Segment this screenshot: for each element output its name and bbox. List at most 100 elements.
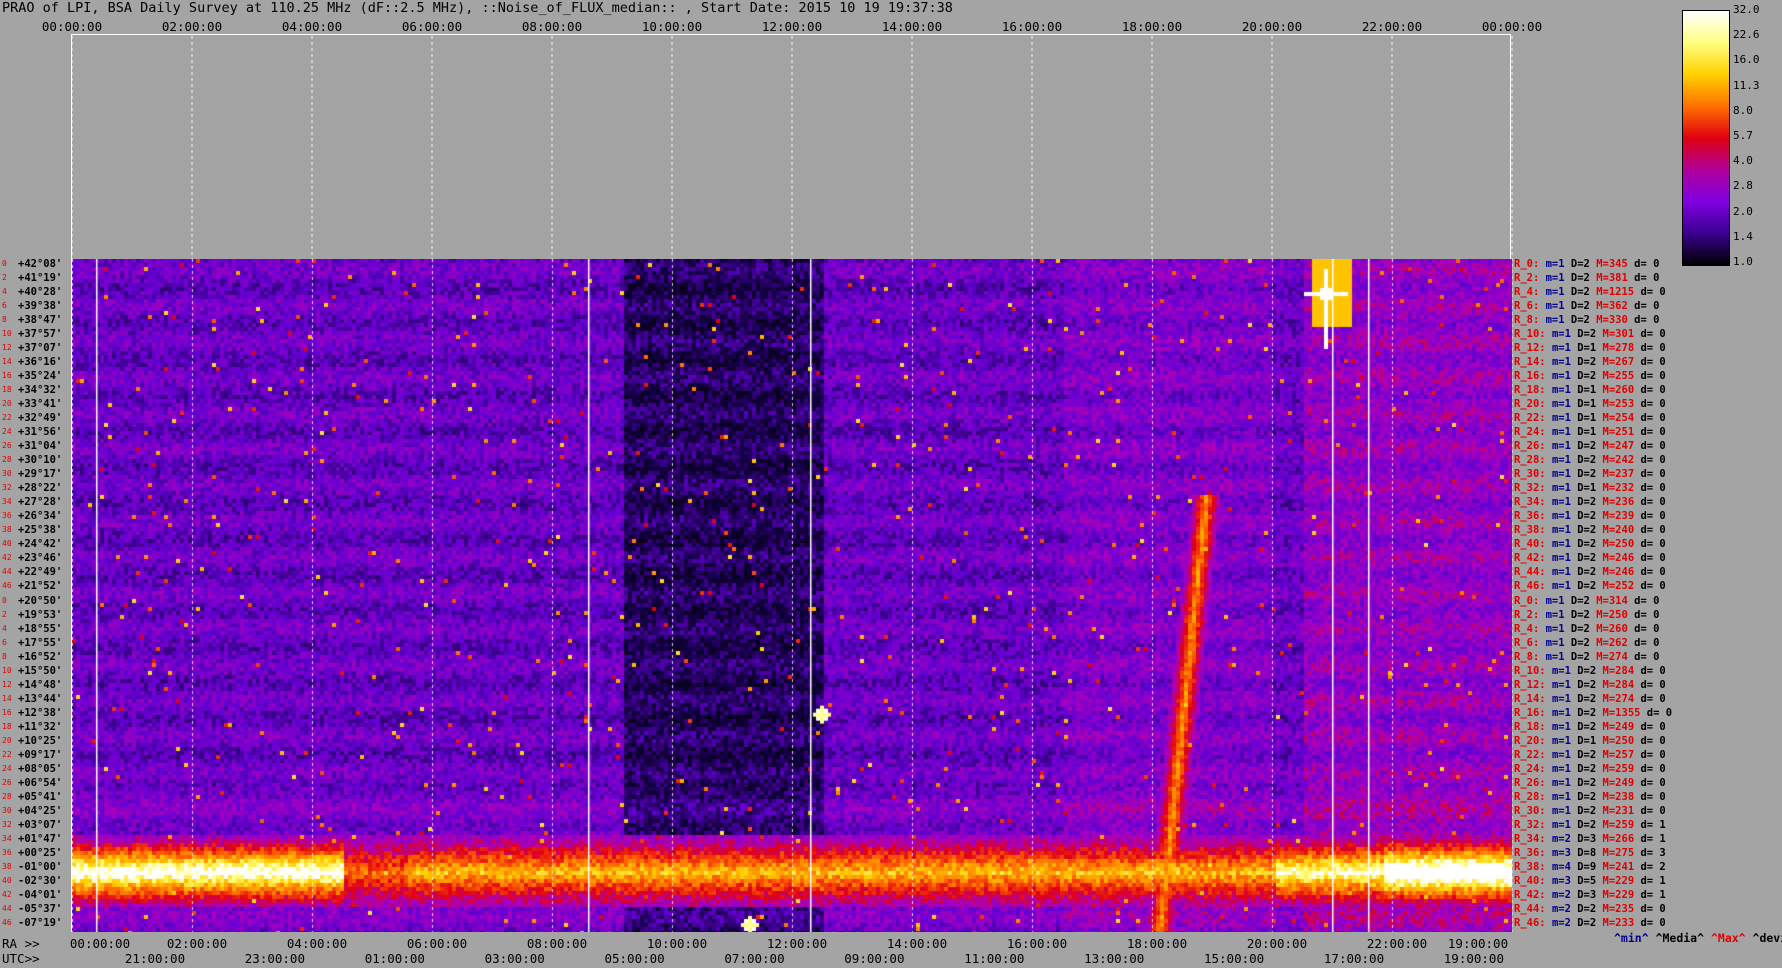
legend-max: ^Max^ (1710, 931, 1746, 945)
row-index-label: 40 (2, 539, 12, 549)
row-stat-r: R_12: (1514, 678, 1552, 691)
row-stat-r: R_44: (1514, 566, 1552, 579)
row-stat-M: M=242 (1602, 454, 1641, 467)
colorbar (1682, 10, 1730, 266)
colorbar-label: 4.0 (1733, 154, 1753, 168)
row-stat-r: R_22: (1514, 412, 1552, 425)
row-index-label: 18 (2, 721, 12, 731)
row-stat-d: d= 0 (1634, 300, 1660, 313)
ra-tick-label: 08:00:00 (526, 936, 588, 951)
declination-label: +26°34' (18, 510, 63, 523)
declination-label: +22°49' (18, 566, 63, 579)
row-stat-D: D=2 (1570, 286, 1597, 299)
row-stat-r: R_22: (1514, 748, 1552, 761)
row-stat: R_12: m=1 D=1 M=278 d= 0 (1514, 342, 1666, 354)
row-statistics: R_0: m=1 D=2 M=345 d= 0 R_2: m=1 D=2 M=3… (1514, 258, 1782, 932)
row-stat-r: R_28: (1514, 790, 1552, 803)
heatmap-canvas (72, 259, 1512, 932)
row-index-label: 12 (2, 343, 12, 353)
row-index-label: 46 (2, 917, 12, 927)
row-stat-m: m=1 (1545, 650, 1571, 663)
row-stat-M: M=330 (1596, 314, 1635, 327)
row-stat-D: D=2 (1577, 370, 1603, 383)
legend-median: ^Media^ (1655, 931, 1705, 945)
row-stat-M: M=246 (1602, 566, 1641, 579)
row-index-label: 40 (2, 875, 12, 885)
row-index-label: 42 (2, 889, 12, 899)
row-stat: R_36: m=1 D=2 M=239 d= 0 (1514, 510, 1666, 522)
row-stat-r: R_16: (1514, 370, 1552, 383)
row-stat-d: d= 0 (1640, 468, 1666, 481)
row-index-label: 44 (2, 567, 12, 577)
declination-label: +27°28' (18, 496, 63, 509)
row-stat-r: R_40: (1514, 538, 1552, 551)
declination-label: +09°17' (18, 748, 63, 761)
row-stat: R_44: m=2 D=2 M=235 d= 0 (1514, 903, 1666, 915)
row-index-label: 6 (2, 637, 7, 647)
row-stat-D: D=2 (1577, 524, 1603, 537)
row-stat-m: m=1 (1551, 790, 1578, 803)
row-stat-M: M=229 (1602, 888, 1641, 901)
row-stat-d: d= 0 (1640, 776, 1666, 789)
row-stat-M: M=252 (1602, 580, 1641, 593)
row-stat: R_28: m=1 D=2 M=242 d= 0 (1514, 454, 1666, 466)
row-stat-M: M=236 (1602, 496, 1641, 509)
row-stat: R_14: m=1 D=2 M=274 d= 0 (1514, 693, 1666, 705)
ra-tick-label: 02:00:00 (166, 936, 228, 951)
declination-label: -01°00' (18, 860, 63, 873)
row-index-label: 20 (2, 735, 12, 745)
row-stat-d: d= 1 (1640, 874, 1666, 887)
row-stat-r: R_16: (1514, 706, 1552, 719)
declination-label: -07°19' (18, 916, 63, 929)
row-stat: R_20: m=1 D=1 M=253 d= 0 (1514, 398, 1666, 410)
row-index-label: 18 (2, 385, 12, 395)
ra-tick-label: 19:00:00 (1447, 936, 1509, 951)
row-stat: R_24: m=1 D=2 M=259 d= 0 (1514, 763, 1666, 775)
row-stat-m: m=1 (1551, 692, 1578, 705)
ra-prefix: RA >> (2, 936, 40, 951)
row-stat-r: R_28: (1514, 454, 1552, 467)
row-stat-M: M=250 (1602, 734, 1641, 747)
row-stat-D: D=2 (1570, 622, 1597, 635)
row-stat-m: m=1 (1551, 664, 1578, 677)
row-stat-m: m=1 (1545, 314, 1571, 327)
utc-tick-label: 01:00:00 (364, 951, 425, 966)
row-stat: R_44: m=1 D=2 M=246 d= 0 (1514, 566, 1666, 578)
row-stat-D: D=2 (1570, 258, 1597, 270)
row-stat-r: R_30: (1514, 468, 1552, 481)
row-stat-d: d= 0 (1640, 790, 1666, 803)
row-stat-d: d= 0 (1640, 552, 1666, 565)
row-stat-D: D=2 (1570, 272, 1597, 285)
row-index-label: 34 (2, 497, 12, 507)
row-index-label: 26 (2, 441, 12, 451)
declination-label: +37°57' (18, 328, 63, 341)
row-stat-m: m=2 (1551, 916, 1578, 929)
row-stat-m: m=1 (1545, 258, 1571, 270)
row-stat-m: m=1 (1551, 538, 1578, 551)
row-stat: R_16: m=1 D=2 M=1355 d= 0 (1514, 707, 1672, 719)
row-stat-m: m=1 (1551, 748, 1578, 761)
row-stat: R_10: m=1 D=2 M=301 d= 0 (1514, 328, 1666, 340)
row-stat: R_42: m=1 D=2 M=246 d= 0 (1514, 552, 1666, 564)
ra-tick-label: 18:00:00 (1126, 936, 1188, 951)
row-stat: R_18: m=1 D=1 M=260 d= 0 (1514, 384, 1666, 396)
declination-label: +36°16' (18, 356, 63, 369)
row-stat: R_30: m=1 D=2 M=237 d= 0 (1514, 468, 1666, 480)
declination-label: +29°17' (18, 468, 63, 481)
row-stat-r: R_42: (1514, 888, 1552, 901)
row-index-label: 32 (2, 483, 12, 493)
row-stat-D: D=2 (1570, 608, 1597, 621)
row-stat-M: M=250 (1602, 538, 1641, 551)
row-stat-M: M=266 (1602, 832, 1641, 845)
row-stat-M: M=259 (1602, 818, 1641, 831)
row-stat-r: R_6: (1514, 636, 1546, 649)
row-stat-D: D=2 (1577, 692, 1603, 705)
ra-tick-label: 20:00:00 (1246, 936, 1308, 951)
row-stat-d: d= 0 (1634, 258, 1660, 270)
row-stat: R_0: m=1 D=2 M=314 d= 0 (1514, 595, 1659, 607)
row-index-label: 30 (2, 805, 12, 815)
row-index-label: 8 (2, 651, 7, 661)
row-stat-m: m=1 (1545, 622, 1571, 635)
row-stat-M: M=278 (1602, 342, 1641, 355)
row-stat: R_46: m=2 D=2 M=233 d= 0 (1514, 917, 1666, 929)
